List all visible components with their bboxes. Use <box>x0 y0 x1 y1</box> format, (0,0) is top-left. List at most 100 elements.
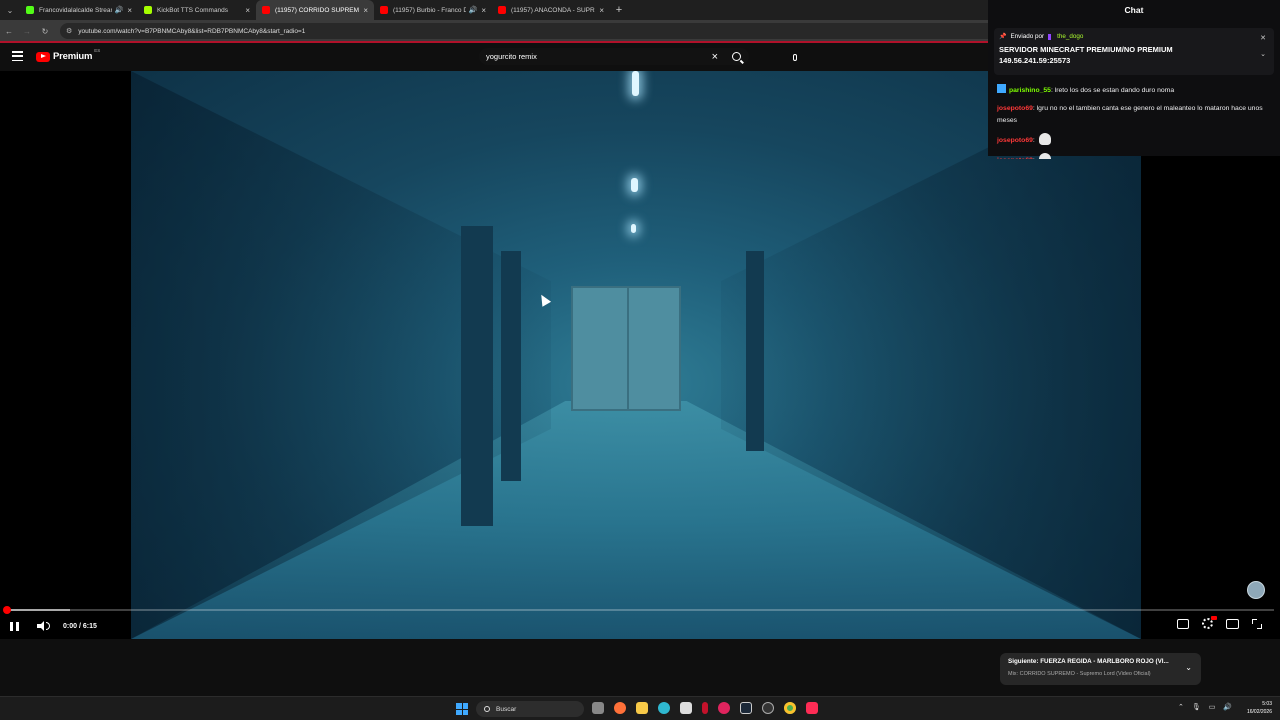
windows-start-icon[interactable] <box>456 703 468 715</box>
up-next-mix: Mix: CORRIDO SUPREMO - Supremo Lord (Vid… <box>1008 671 1151 677</box>
browser-tab[interactable]: (11957) ANACONDA - SUPREM × <box>492 0 610 20</box>
menu-icon[interactable] <box>12 51 23 61</box>
github-icon[interactable] <box>762 702 774 714</box>
close-tab-icon[interactable]: × <box>481 6 486 15</box>
player-controls-left: 0:00 / 6:15 <box>10 619 97 633</box>
media-app-icon[interactable] <box>718 702 730 714</box>
reload-icon[interactable]: ↻ <box>36 20 54 42</box>
tab-title: KickBot TTS Commands <box>157 6 229 14</box>
clear-search-icon[interactable]: × <box>712 51 718 63</box>
volume-icon[interactable] <box>37 621 50 631</box>
tiktok-icon[interactable] <box>806 702 818 714</box>
chat-username[interactable]: josepoto69 <box>997 137 1033 144</box>
microphone-icon[interactable]: 🎙 <box>1192 703 1201 711</box>
close-tab-icon[interactable]: × <box>363 6 368 15</box>
hd-badge <box>1211 616 1217 620</box>
emote-icon <box>1038 133 1051 145</box>
browser-tab[interactable]: (11957) Burbio - Franco Dir 🔊 × <box>374 0 492 20</box>
site-info-icon[interactable]: ⚙ <box>66 27 72 35</box>
store-icon[interactable] <box>680 702 692 714</box>
youtube-icon <box>380 6 388 14</box>
progress-bar[interactable] <box>3 606 1274 614</box>
video-frame[interactable] <box>131 71 1141 639</box>
taskbar-search-label: Buscar <box>496 705 517 713</box>
search-box[interactable]: yogurcito remix × <box>479 48 749 65</box>
chat-message: josepoto69: <box>997 153 1272 159</box>
network-icon[interactable]: ▭ <box>1209 703 1216 711</box>
browser-tab[interactable]: KickBot TTS Commands × <box>138 0 256 20</box>
close-tab-icon[interactable]: × <box>599 6 604 15</box>
ceiling-light <box>631 224 636 233</box>
subtitles-icon[interactable] <box>1177 618 1189 629</box>
forward-arrow-icon[interactable]: → <box>18 20 36 42</box>
task-view-icon[interactable] <box>592 702 604 714</box>
chat-overlay: Chat 📌 Enviado por the_dogo SERVIDOR MIN… <box>988 0 1280 159</box>
back-arrow-icon[interactable]: ← <box>0 20 18 42</box>
close-tab-icon[interactable]: × <box>245 6 250 15</box>
system-clock[interactable]: 5:03 16/02/2026 <box>1236 700 1272 716</box>
search-icon <box>484 706 490 712</box>
country-code: ES <box>94 48 101 53</box>
close-tab-icon[interactable]: × <box>127 6 132 15</box>
youtube-icon <box>262 6 270 14</box>
avatar <box>1247 581 1265 599</box>
speaker-icon[interactable]: 🔊 <box>469 6 478 14</box>
youtube-logo[interactable]: Premium ES <box>36 48 101 62</box>
fullscreen-icon[interactable] <box>1252 618 1262 629</box>
unpin-icon[interactable]: ✕ <box>1260 34 1266 42</box>
steam-icon[interactable] <box>740 702 752 714</box>
scrubber-knob[interactable] <box>3 606 11 614</box>
speaker-icon[interactable]: 🔊 <box>1223 703 1232 711</box>
corridor-end-door <box>571 286 681 411</box>
kick-icon <box>26 6 34 14</box>
chevron-down-icon[interactable]: ⌄ <box>1185 663 1192 672</box>
pinned-message: 📌 Enviado por the_dogo SERVIDOR MINECRAF… <box>994 28 1274 75</box>
time-display: 0:00 / 6:15 <box>63 622 97 630</box>
chat-username[interactable]: josepoto69 <box>997 105 1033 112</box>
chat-text: lreto los dos se estan dando duro noma <box>1054 87 1175 94</box>
youtube-icon <box>498 6 506 14</box>
chevron-down-icon[interactable]: ⌄ <box>1260 50 1266 58</box>
tab-title: (11957) ANACONDA - SUPREM <box>511 6 596 14</box>
url-field[interactable]: ⚙ youtube.com/watch?v=B7PBNMCAby8&list=R… <box>60 23 1000 39</box>
chat-username[interactable]: josepoto69 <box>997 157 1033 159</box>
file-explorer-icon[interactable] <box>636 702 648 714</box>
new-tab-button[interactable]: + <box>610 0 628 20</box>
browser-tab[interactable]: Francovidalalcalde Strean 🔊 × <box>20 0 138 20</box>
youtube-play-icon <box>36 51 50 62</box>
search-icon[interactable] <box>732 52 741 61</box>
chat-username[interactable]: parishino_55 <box>1009 87 1051 94</box>
tab-search-icon[interactable]: ⌄ <box>0 0 20 20</box>
settings-gear-icon[interactable] <box>1202 616 1217 629</box>
taskbar-search[interactable]: Buscar <box>476 701 584 717</box>
tab-title: (11957) CORRIDO SUPREMO <box>275 6 360 14</box>
microphone-icon[interactable] <box>788 51 801 64</box>
pin-icon: 📌 <box>999 34 1007 40</box>
player-controls-right <box>1177 616 1262 629</box>
up-next-title: Siguiente: FUERZA REGIDA - MARLBORO ROJO… <box>1008 658 1169 665</box>
brand-label: Premium <box>53 51 93 62</box>
firefox-icon[interactable] <box>614 702 626 714</box>
pinned-username[interactable]: the_dogo <box>1057 33 1083 40</box>
chat-message: parishino_55: lreto los dos se estan dan… <box>997 84 1272 97</box>
clock-time: 5:03 <box>1262 701 1272 707</box>
windows-taskbar: Buscar ⌃ 🎙 ▭ 🔊 5:03 16/02/2026 <box>0 696 1280 720</box>
theater-mode-icon[interactable] <box>1226 618 1239 629</box>
search-input[interactable]: yogurcito remix <box>486 52 712 61</box>
pause-icon[interactable] <box>10 621 19 631</box>
speaker-icon[interactable]: 🔊 <box>115 6 124 14</box>
ceiling-light <box>631 178 638 192</box>
emote-icon <box>1038 153 1051 159</box>
chat-title: Chat <box>1124 5 1144 15</box>
chrome-icon[interactable] <box>784 702 796 714</box>
pinned-sent-by: Enviado por <box>1010 33 1045 40</box>
pinned-text: SERVIDOR MINECRAFT PREMIUM/NO PREMIUM <box>999 45 1173 54</box>
corridor-door <box>501 251 521 481</box>
chat-message: josepoto69: <box>997 133 1272 147</box>
chevron-up-icon[interactable]: ⌃ <box>1178 703 1184 711</box>
red-app-icon[interactable] <box>702 702 708 714</box>
edge-icon[interactable] <box>658 702 670 714</box>
chat-message: josepoto69: lgru no no el tambien canta … <box>997 105 1263 124</box>
browser-tab-active[interactable]: (11957) CORRIDO SUPREMO × <box>256 0 374 20</box>
up-next-card[interactable]: Siguiente: FUERZA REGIDA - MARLBORO ROJO… <box>1000 653 1201 685</box>
